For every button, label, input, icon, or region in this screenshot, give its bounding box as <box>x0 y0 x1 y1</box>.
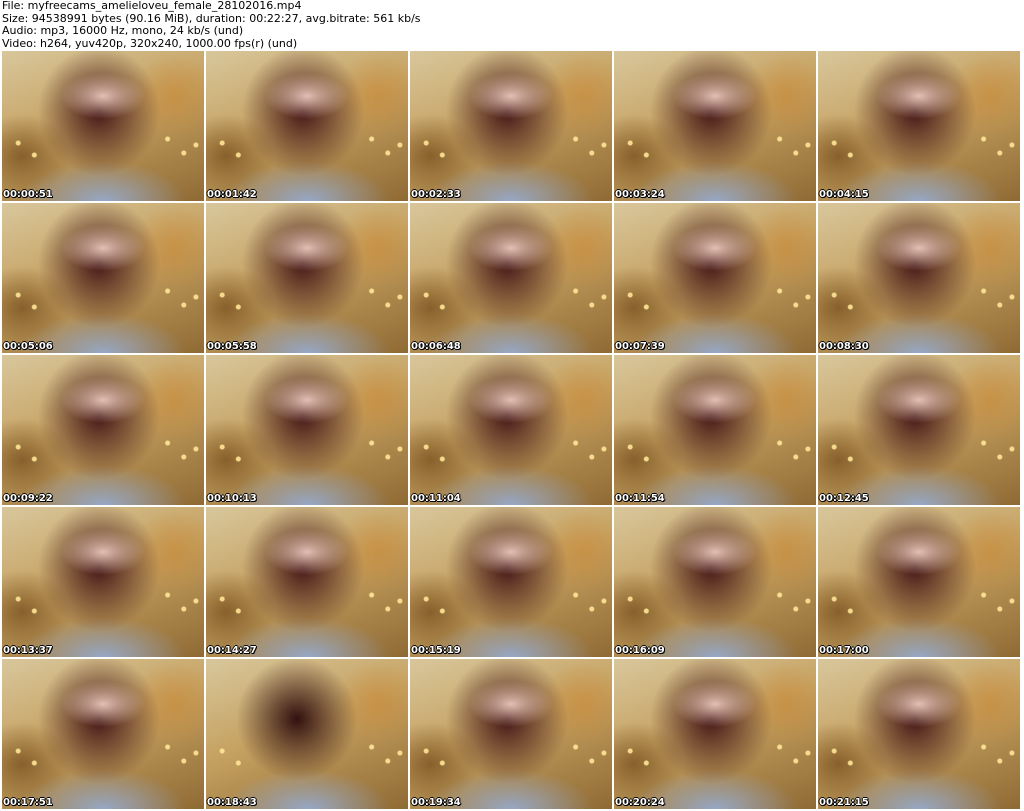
video-info-line: Video: h264, yuv420p, 320x240, 1000.00 f… <box>2 36 298 50</box>
thumbnail-grid: 00:00:51 00:01:42 00:02:33 00:03:24 00:0… <box>2 51 1020 809</box>
video-frame-thumbnail: 00:21:15 <box>818 659 1020 809</box>
video-frame-thumbnail: 00:11:54 <box>614 355 816 505</box>
video-frame-thumbnail: 00:05:58 <box>206 203 408 353</box>
frame-timestamp: 00:15:19 <box>411 645 461 656</box>
frame-timestamp: 00:11:04 <box>411 493 461 504</box>
video-frame-thumbnail: 00:15:19 <box>410 507 612 657</box>
frame-timestamp: 00:17:00 <box>819 645 869 656</box>
video-frame-thumbnail: 00:19:34 <box>410 659 612 809</box>
frame-timestamp: 00:05:58 <box>207 341 257 352</box>
video-frame-thumbnail: 00:03:24 <box>614 51 816 201</box>
video-frame-thumbnail: 00:04:15 <box>818 51 1020 201</box>
video-frame-thumbnail: 00:18:43 <box>206 659 408 809</box>
frame-timestamp: 00:16:09 <box>615 645 665 656</box>
video-frame-thumbnail: 00:05:06 <box>2 203 204 353</box>
frame-timestamp: 00:21:15 <box>819 797 869 808</box>
frame-timestamp: 00:17:51 <box>3 797 53 808</box>
file-name-line: File: myfreecams_amelieloveu_female_2810… <box>2 0 302 12</box>
frame-timestamp: 00:18:43 <box>207 797 257 808</box>
video-frame-thumbnail: 00:06:48 <box>410 203 612 353</box>
video-frame-thumbnail: 00:08:30 <box>818 203 1020 353</box>
frame-timestamp: 00:09:22 <box>3 493 53 504</box>
video-frame-thumbnail: 00:16:09 <box>614 507 816 657</box>
video-frame-thumbnail: 00:14:27 <box>206 507 408 657</box>
frame-timestamp: 00:01:42 <box>207 189 257 200</box>
frame-timestamp: 00:02:33 <box>411 189 461 200</box>
video-frame-thumbnail: 00:07:39 <box>614 203 816 353</box>
frame-timestamp: 00:08:30 <box>819 341 869 352</box>
audio-info-line: Audio: mp3, 16000 Hz, mono, 24 kb/s (und… <box>2 24 244 37</box>
video-frame-thumbnail: 00:02:33 <box>410 51 612 201</box>
frame-timestamp: 00:14:27 <box>207 645 257 656</box>
frame-timestamp: 00:03:24 <box>615 189 665 200</box>
video-frame-thumbnail: 00:12:45 <box>818 355 1020 505</box>
frame-timestamp: 00:19:34 <box>411 797 461 808</box>
frame-timestamp: 00:06:48 <box>411 341 461 352</box>
video-frame-thumbnail: 00:01:42 <box>206 51 408 201</box>
video-frame-thumbnail: 00:10:13 <box>206 355 408 505</box>
video-frame-thumbnail: 00:09:22 <box>2 355 204 505</box>
video-frame-thumbnail: 00:11:04 <box>410 355 612 505</box>
frame-timestamp: 00:10:13 <box>207 493 257 504</box>
video-frame-thumbnail: 00:00:51 <box>2 51 204 201</box>
frame-timestamp: 00:00:51 <box>3 189 53 200</box>
frame-timestamp: 00:04:15 <box>819 189 869 200</box>
frame-timestamp: 00:20:24 <box>615 797 665 808</box>
video-frame-thumbnail: 00:20:24 <box>614 659 816 809</box>
video-frame-thumbnail: 00:17:51 <box>2 659 204 809</box>
frame-timestamp: 00:13:37 <box>3 645 53 656</box>
frame-timestamp: 00:12:45 <box>819 493 869 504</box>
video-frame-thumbnail: 00:13:37 <box>2 507 204 657</box>
frame-timestamp: 00:05:06 <box>3 341 53 352</box>
video-frame-thumbnail: 00:17:00 <box>818 507 1020 657</box>
file-info: File: myfreecams_amelieloveu_female_2810… <box>2 0 421 50</box>
frame-timestamp: 00:07:39 <box>615 341 665 352</box>
frame-timestamp: 00:11:54 <box>615 493 665 504</box>
